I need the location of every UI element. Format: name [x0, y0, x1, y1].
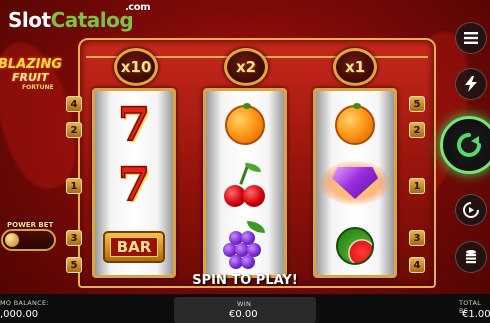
reel2-multiplier: x2 — [224, 48, 268, 86]
bar-label: BAR — [109, 237, 159, 257]
win-label: WIN — [237, 300, 252, 308]
power-bet-toggle[interactable]: POWER BET — [1, 221, 56, 251]
reel-2 — [203, 88, 287, 278]
reel3-multiplier: x1 — [333, 48, 377, 86]
payline-right-4[interactable]: 3 — [409, 230, 425, 246]
balance-value: ,000.00 — [0, 309, 39, 320]
slotcatalog-watermark: SlotCatalog .com — [8, 2, 151, 32]
symbol-seven: 7 — [117, 97, 151, 151]
game-logo: BLAZING FRUIT FORTUNE — [0, 57, 70, 97]
bet-settings-button[interactable] — [455, 241, 487, 273]
turbo-button[interactable] — [455, 68, 487, 100]
reel-1: 7 7 BAR — [92, 88, 176, 278]
symbol-grapes-icon — [223, 221, 267, 271]
reel1-multiplier: x10 — [114, 48, 158, 86]
symbol-orange-icon — [335, 103, 375, 145]
payline-right-3[interactable]: 1 — [409, 178, 425, 194]
payline-left-2[interactable]: 2 — [66, 122, 82, 138]
logo-line2: FRUIT — [12, 71, 49, 84]
menu-icon — [464, 32, 478, 44]
symbol-bar: BAR — [103, 231, 165, 263]
payline-right-1[interactable]: 5 — [409, 96, 425, 112]
payline-right-2[interactable]: 2 — [409, 122, 425, 138]
symbol-orange-icon — [225, 103, 265, 145]
spin-icon — [457, 133, 481, 157]
autoplay-button[interactable] — [455, 194, 487, 226]
spin-button[interactable] — [440, 116, 490, 174]
spin-prompt: SPIN TO PLAY! — [192, 273, 298, 288]
symbol-cherry-icon — [221, 163, 269, 207]
payline-left-5[interactable]: 5 — [66, 257, 82, 273]
watermark-suffix: .com — [125, 2, 151, 13]
payline-left-1[interactable]: 4 — [66, 96, 82, 112]
logo-line3: FORTUNE — [22, 84, 54, 91]
watermark-part1: Slot — [8, 8, 51, 32]
coin-stack-icon — [466, 250, 476, 264]
symbol-watermelon-icon — [336, 227, 374, 265]
payline-left-4[interactable]: 3 — [66, 230, 82, 246]
payline-left-3[interactable]: 1 — [66, 178, 82, 194]
reel-3 — [313, 88, 397, 278]
symbol-seven: 7 — [117, 157, 151, 211]
logo-line1: BLAZING — [0, 57, 63, 72]
menu-button[interactable] — [455, 22, 487, 54]
autoplay-icon — [463, 202, 479, 218]
power-bet-label: POWER BET — [7, 221, 54, 229]
total-bet-value: €1.00 — [462, 309, 490, 320]
balance-label: MO BALANCE: — [0, 299, 49, 307]
win-value: €0.00 — [229, 309, 258, 320]
power-bet-knob — [5, 233, 19, 247]
symbol-diamond-icon — [320, 161, 390, 205]
payline-right-5[interactable]: 4 — [409, 257, 425, 273]
lightning-icon — [465, 76, 477, 92]
watermark-part2: Catalog — [50, 8, 134, 32]
